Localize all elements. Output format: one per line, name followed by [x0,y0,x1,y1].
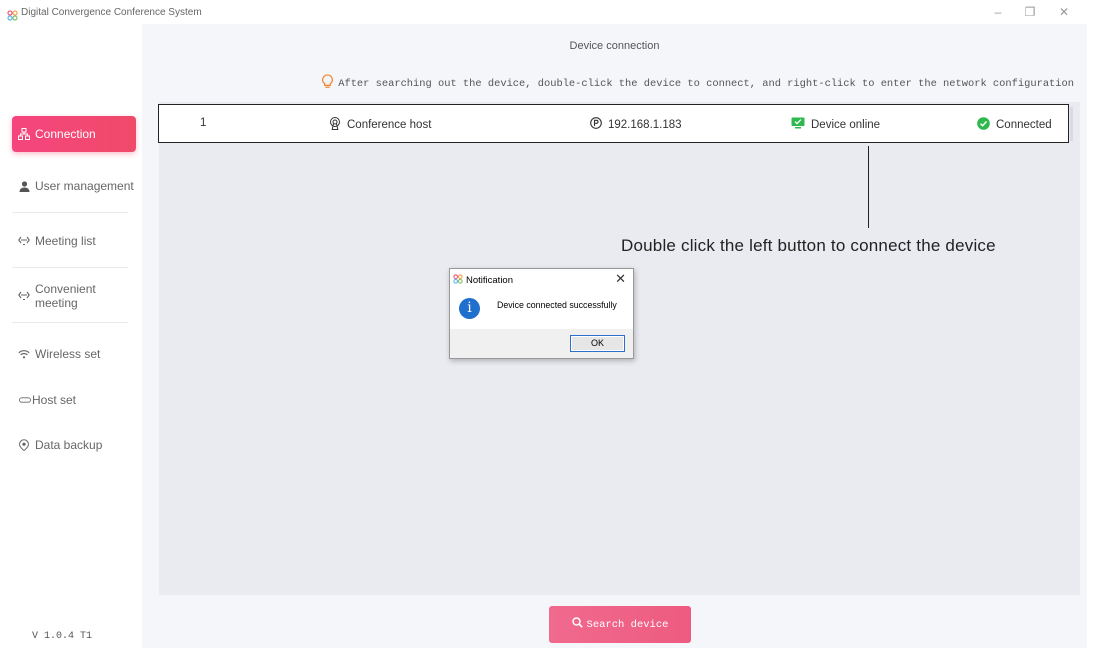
notification-dialog: Notification ✕ i Device connected succes… [449,268,634,359]
sidebar-item-meeting-list[interactable]: Meeting list [12,223,136,259]
sidebar-item-label: Convenient meeting [35,282,96,310]
device-status: Device online [811,118,881,131]
sidebar-item-label: User management [35,179,134,193]
user-icon [18,180,30,192]
wifi-icon [18,348,30,360]
connection-status-cell: Connected [977,117,1052,133]
title-bar: Digital Convergence Conference System – … [0,0,1103,24]
close-button[interactable]: ✕ [1054,4,1074,20]
device-index: 1 [200,117,207,129]
lightbulb-icon [321,74,334,93]
sidebar-item-connection[interactable]: Connection [12,116,136,152]
annotation-text: Double click the left button to connect … [621,236,996,255]
sidebar-item-label: Wireless set [35,347,101,361]
device-row[interactable]: 1 Conference host 192.168.1.183 Device o… [158,104,1069,143]
minimize-button[interactable]: – [988,4,1008,20]
sidebar-item-label: Meeting list [35,234,96,248]
ok-button[interactable]: OK [570,335,625,352]
hint-label: After searching out the device, double-c… [338,77,1074,90]
device-ip-cell: 192.168.1.183 [590,117,682,132]
arrows-icon [18,290,30,302]
search-device-button[interactable]: Search device [549,606,691,643]
sidebar-item-label: Data backup [35,438,103,452]
sidebar: Connection User management Meeting list … [0,24,148,648]
app-logo-icon [453,274,463,287]
device-ip: 192.168.1.183 [608,118,682,131]
hint-text: After searching out the device, double-c… [142,74,1074,93]
backup-icon [18,439,30,451]
dialog-title: Notification [466,275,513,286]
device-name-cell: Conference host [329,117,431,133]
sidebar-item-user-management[interactable]: User management [12,168,136,204]
antenna-icon [329,117,341,133]
sidebar-item-wireless-set[interactable]: Wireless set [12,336,136,372]
dialog-footer: OK [450,329,633,358]
arrows-icon [18,235,30,247]
window-title: Digital Convergence Conference System [21,7,202,18]
app-logo-icon [7,8,18,21]
network-icon [18,128,30,140]
connection-status: Connected [996,119,1052,131]
sidebar-item-label: Host set [32,393,77,407]
sidebar-item-host-set[interactable]: Host set [12,382,136,418]
host-icon [19,394,31,406]
sidebar-item-convenient-meeting[interactable]: Convenient meeting [12,278,136,314]
device-name: Conference host [347,119,432,131]
location-pin-icon [590,117,602,132]
sidebar-item-data-backup[interactable]: Data backup [12,427,136,463]
row-edge [1070,107,1073,141]
info-icon: i [459,298,480,319]
dialog-close-button[interactable]: ✕ [615,271,626,287]
divider [12,212,128,213]
divider [12,267,128,268]
monitor-check-icon [791,117,805,132]
callout-line [868,146,869,228]
check-circle-icon [977,117,990,133]
dialog-message: Device connected successfully [497,300,617,310]
device-status-cell: Device online [791,117,880,132]
page-title: Device connection [569,40,660,52]
search-button-label: Search device [586,618,669,631]
divider [12,322,128,323]
sidebar-item-label: Connection [35,127,96,141]
restore-button[interactable]: ❐ [1020,4,1040,20]
version-label: V 1.0.4 T1 [32,631,93,642]
search-icon [571,617,583,632]
dialog-title-bar: Notification [453,274,513,287]
